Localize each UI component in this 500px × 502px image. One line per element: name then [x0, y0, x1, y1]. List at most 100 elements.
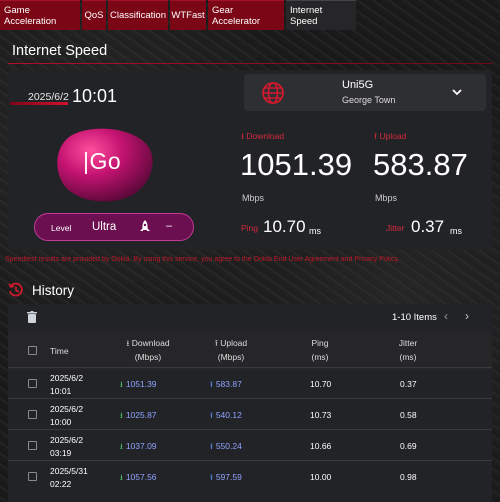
- jitter-unit: ms: [450, 226, 462, 236]
- col-jitter-unit: (ms): [399, 352, 417, 362]
- row-date: 2025/6/2: [50, 404, 84, 414]
- upload-arrow-icon: ⭱: [210, 380, 213, 389]
- download-arrow-icon: ⭳: [120, 473, 123, 482]
- row-jitter: 0.98: [400, 472, 417, 482]
- server-selector[interactable]: Uni5G George Town: [244, 74, 486, 111]
- tab-wtfast[interactable]: WTFast: [170, 0, 206, 30]
- title-divider: [8, 63, 493, 64]
- level-extra: –: [166, 220, 173, 232]
- download-unit: Mbps: [242, 193, 265, 203]
- table-row[interactable]: 2025/6/2 10:01 ⭳ 1051.39 ⭱ 583.87 10.70 0.…: [8, 367, 492, 398]
- download-value: 1051.39: [240, 147, 353, 182]
- tab-qos[interactable]: QoS: [82, 0, 106, 30]
- jitter-label: Jitter: [386, 223, 405, 233]
- row-upload-value: 550.24: [215, 441, 242, 451]
- tab-label: Classification: [110, 10, 166, 21]
- result-time: 10:01: [72, 86, 118, 106]
- row-time: 10:00: [50, 417, 72, 427]
- tab-internet-speed[interactable]: Internet Speed: [286, 0, 356, 30]
- level-value: Ultra: [92, 221, 117, 233]
- trash-icon[interactable]: [27, 311, 37, 323]
- ping-unit: ms: [309, 226, 321, 236]
- chevron-down-icon: [452, 89, 462, 96]
- row-download: ⭳ 1025.87: [120, 410, 157, 424]
- row-upload-value: 597.59: [215, 472, 242, 482]
- row-date: 2025/5/31: [50, 466, 88, 476]
- tab-label: Internet Speed: [290, 4, 323, 27]
- tab-game-acceleration[interactable]: Game Acceleration: [0, 0, 80, 30]
- chevron-right-icon[interactable]: ›: [465, 309, 469, 323]
- row-time: 03:19: [50, 448, 72, 458]
- level-indicator: Level Ultra –: [34, 213, 194, 241]
- col-jitter-label: Jitter: [398, 338, 418, 348]
- row-checkbox[interactable]: [28, 441, 37, 450]
- table-row[interactable]: 2025/5/31 02:22 ⭳ 1057.56 ⭱ 597.59 10.00 0…: [8, 460, 492, 491]
- tab-label: Game Acceleration: [4, 4, 57, 27]
- row-jitter: 0.69: [400, 441, 417, 451]
- tab-classification[interactable]: Classification: [108, 0, 168, 30]
- row-download-value: 1051.39: [125, 379, 157, 389]
- col-upload[interactable]: ⭱ Upload (Mbps): [198, 336, 264, 364]
- row-jitter: 0.58: [400, 410, 417, 420]
- row-download-value: 1037.09: [125, 441, 157, 451]
- upload-arrow-icon: ⭱: [210, 411, 213, 420]
- ping-label: Ping: [241, 223, 259, 233]
- download-arrow-icon: ⭳: [120, 411, 123, 420]
- col-jitter[interactable]: Jitter (ms): [388, 336, 428, 364]
- col-upload-unit: (Mbps): [217, 352, 245, 362]
- tab-gear-accelerator[interactable]: Gear Accelerator: [208, 0, 284, 30]
- page-title: Internet Speed: [12, 43, 108, 59]
- row-jitter: 0.37: [400, 379, 417, 389]
- row-upload: ⭱ 583.87: [210, 379, 242, 393]
- upload-label: ⭱ Upload: [374, 131, 407, 141]
- row-download: ⭳ 1051.39: [120, 379, 157, 393]
- ping-value: 10.70: [263, 217, 306, 236]
- row-ping: 10.00: [310, 472, 332, 482]
- upload-arrow-icon: ⭱: [210, 473, 213, 482]
- row-checkbox[interactable]: [28, 379, 37, 388]
- row-date: 2025/6/2: [50, 373, 84, 383]
- result-datetime: 2025/6/2 10:01: [10, 84, 120, 108]
- row-download-value: 1057.56: [125, 472, 157, 482]
- row-upload: ⭱ 540.12: [210, 410, 242, 424]
- col-download-label: Download: [131, 338, 170, 348]
- col-ping[interactable]: Ping (ms): [298, 336, 342, 364]
- jitter-value: 0.37: [411, 217, 445, 236]
- row-time: 02:22: [50, 479, 72, 489]
- upload-value: 583.87: [373, 147, 468, 182]
- row-upload-value: 583.87: [215, 379, 242, 389]
- row-upload: ⭱ 550.24: [210, 441, 242, 455]
- download-label: ⭳ Download: [241, 131, 285, 141]
- select-all-checkbox[interactable]: [28, 346, 37, 355]
- row-download: ⭳ 1057.56: [120, 472, 157, 486]
- row-ping: 10.66: [310, 441, 332, 451]
- col-ping-unit: (ms): [311, 352, 329, 362]
- download-label-text: Download: [246, 131, 285, 141]
- upload-unit: Mbps: [375, 193, 398, 203]
- history-title: History: [32, 283, 75, 298]
- level-label: Level: [51, 223, 72, 233]
- table-row[interactable]: 2025/6/2 10:00 ⭳ 1025.87 ⭱ 540.12 10.73 0.…: [8, 398, 492, 429]
- row-upload: ⭱ 597.59: [210, 472, 242, 486]
- col-ping-label: Ping: [311, 338, 329, 348]
- disclaimer-text[interactable]: Speedtest results are provided by Ookla.…: [5, 256, 497, 263]
- table-row[interactable]: 2025/6/2 03:19 ⭳ 1037.09 ⭱ 550.24 10.66 0.…: [8, 429, 492, 460]
- upload-arrow-icon: ⭱: [210, 442, 213, 451]
- col-download[interactable]: ⭳ Download (Mbps): [108, 336, 188, 364]
- row-time: 10:01: [50, 386, 72, 396]
- history-clock-icon: [8, 282, 23, 297]
- pagination-range: 1-10 Items: [392, 312, 437, 323]
- globe-icon: [262, 82, 284, 104]
- row-checkbox[interactable]: [28, 410, 37, 419]
- table-header: Time ⭳ Download (Mbps) ⭱ Upload (Mbps) P…: [8, 332, 492, 370]
- row-ping: 10.73: [310, 410, 332, 420]
- server-name: Uni5G: [342, 79, 374, 91]
- upload-label-text: Upload: [379, 131, 407, 141]
- go-logo-text: |Go: [83, 148, 122, 174]
- download-arrow-icon: ⭳: [120, 380, 123, 389]
- chevron-left-icon[interactable]: ‹: [444, 309, 448, 323]
- col-upload-label: Upload: [220, 338, 248, 348]
- datetime-accent-bar: [10, 102, 68, 105]
- row-checkbox[interactable]: [28, 472, 37, 481]
- row-download: ⭳ 1037.09: [120, 441, 157, 455]
